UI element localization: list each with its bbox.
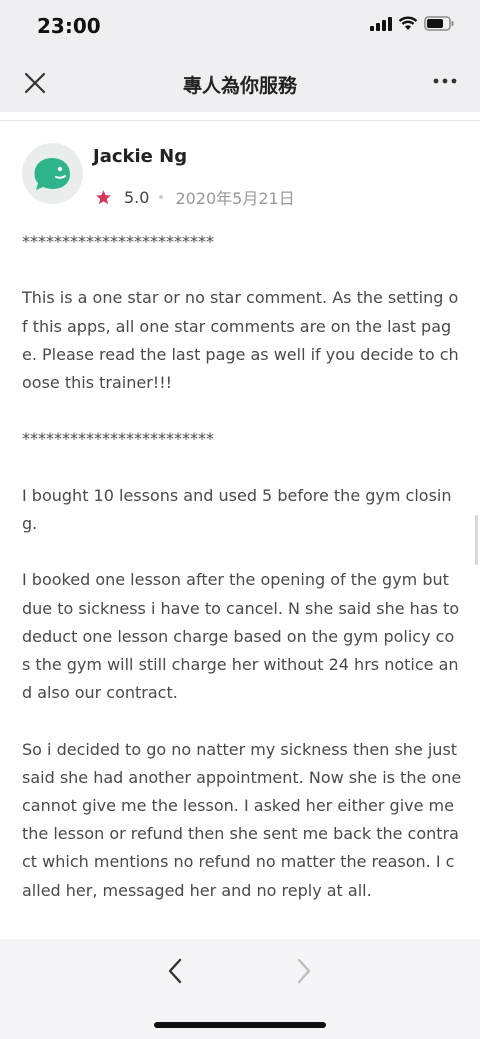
signal-icon — [370, 16, 392, 31]
review-body: ************************ This is a one s… — [22, 228, 462, 933]
review-paragraph: I bought 10 lessons and used 5 before th… — [22, 485, 452, 533]
nav-bar: 專人為你服務 — [0, 52, 480, 112]
battery-icon — [424, 16, 454, 31]
divider — [0, 120, 480, 121]
reviewer-name[interactable]: Jackie Ng — [93, 146, 187, 167]
review-paragraph: This is a one star or no star comment. A… — [22, 288, 459, 392]
avatar[interactable] — [22, 143, 83, 204]
review-paragraph: So i decided to go no natter my sickness… — [22, 739, 462, 900]
rating-value: 5.0 — [124, 187, 150, 207]
chat-bubble-avatar-icon — [34, 158, 70, 190]
review-paragraph: ************************ — [22, 429, 214, 449]
star-icon — [96, 189, 111, 204]
status-bar: 23:00 — [0, 0, 480, 52]
status-time: 23:00 — [37, 14, 101, 38]
bottom-nav — [0, 939, 480, 1039]
review-paragraph: ************************ — [22, 232, 214, 251]
more-icon[interactable] — [432, 76, 458, 86]
chevron-right-icon[interactable] — [292, 957, 316, 985]
chevron-left-icon[interactable] — [163, 957, 187, 985]
review-content: Jackie Ng 5.0 2020年5月21日 ***************… — [0, 112, 480, 939]
scrollbar[interactable] — [475, 515, 478, 565]
review-date: 2020年5月21日 — [175, 189, 295, 208]
rating-row: 5.0 2020年5月21日 — [95, 185, 295, 209]
separator-dot — [159, 195, 164, 199]
status-icons — [370, 16, 454, 31]
review-paragraph: I booked one lesson after the opening of… — [22, 570, 460, 703]
page-title: 專人為你服務 — [182, 75, 297, 97]
home-indicator — [154, 1022, 326, 1028]
wifi-icon — [398, 16, 418, 30]
